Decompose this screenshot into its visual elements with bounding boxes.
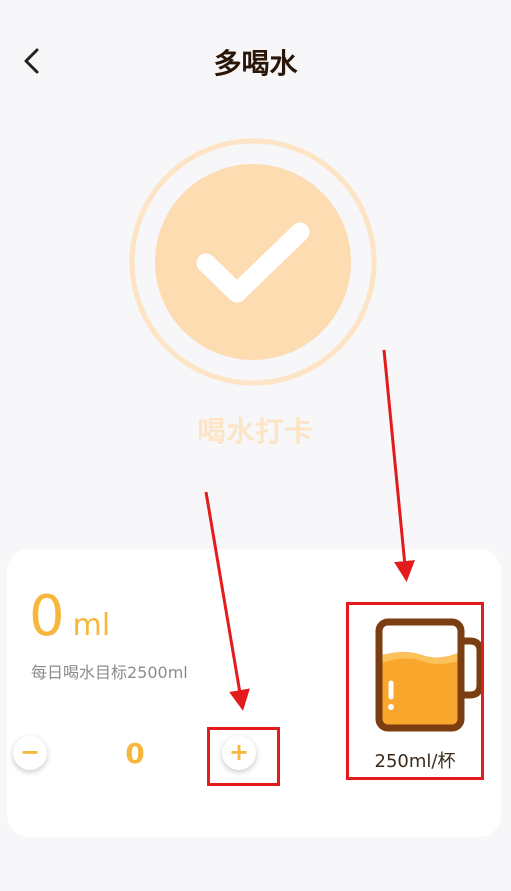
- daily-goal-text: 每日喝水目标2500ml: [31, 663, 188, 682]
- header-bar: 多喝水: [0, 0, 511, 120]
- annotation-box-plus: [207, 727, 280, 786]
- page-title: 多喝水: [213, 47, 298, 80]
- amount-display: 0 ml: [29, 587, 110, 647]
- decrease-button[interactable]: −: [13, 736, 47, 770]
- checkmark-icon: [129, 138, 377, 386]
- annotation-arrow-cup: [382, 349, 415, 582]
- annotation-box-cup: [346, 602, 484, 780]
- checkin-button[interactable]: [129, 138, 377, 386]
- cup-count: 0: [125, 737, 145, 770]
- checkin-label: 喝水打卡: [197, 415, 314, 448]
- water-card: 0 ml 每日喝水目标2500ml − 0 + 250ml/杯: [7, 549, 501, 837]
- amount-value: 0: [29, 584, 65, 649]
- amount-unit: ml: [72, 608, 111, 643]
